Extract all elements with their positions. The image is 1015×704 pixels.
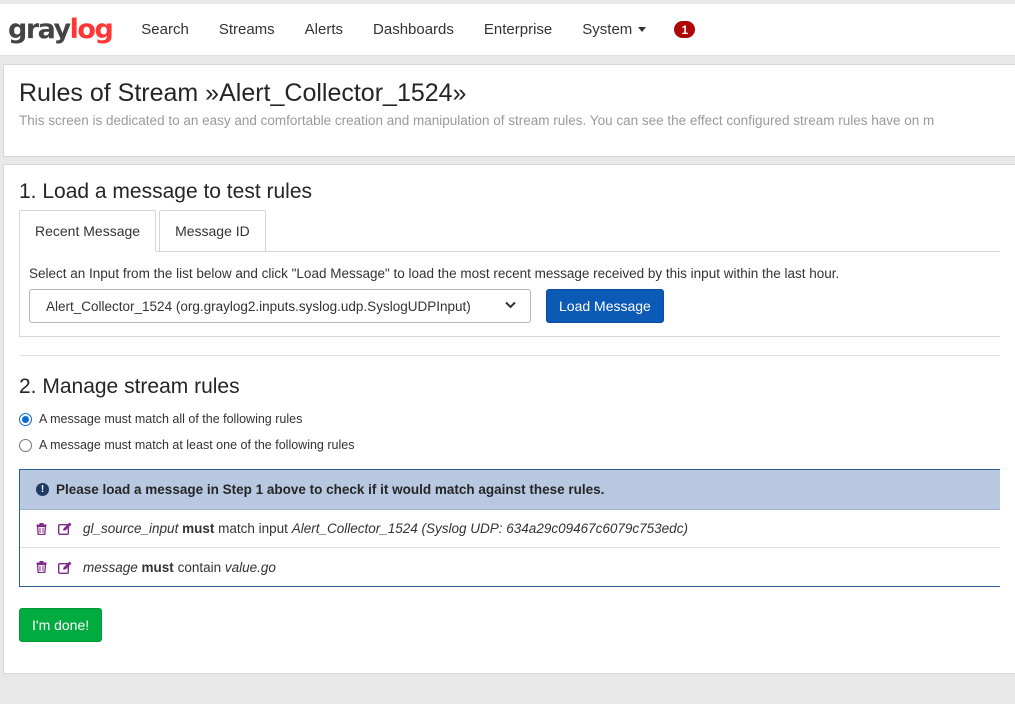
rule-field: message [83, 559, 138, 575]
input-select-value: Alert_Collector_1524 (org.graylog2.input… [46, 298, 471, 314]
nav-item-enterprise[interactable]: Enterprise [469, 4, 567, 55]
radio-match-any[interactable]: A message must match at least one of the… [19, 436, 1000, 454]
edit-icon[interactable] [58, 522, 72, 535]
radio-match-all[interactable]: A message must match all of the followin… [19, 410, 1000, 428]
caret-down-icon [638, 27, 647, 32]
info-alert: ! Please load a message in Step 1 above … [20, 470, 1000, 510]
trash-icon[interactable] [36, 561, 47, 573]
stream-rules-panel: 1. Load a message to test rules Recent M… [3, 164, 1015, 674]
step2-title: 2. Manage stream rules [19, 375, 240, 398]
info-circle-icon: ! [36, 483, 49, 496]
tab-message-id[interactable]: Message ID [159, 210, 266, 252]
nav-item-alerts[interactable]: Alerts [290, 4, 358, 55]
nav-item-system[interactable]: System [567, 4, 661, 55]
stream-rules-list: ! Please load a message in Step 1 above … [19, 469, 1000, 587]
nav-item-streams[interactable]: Streams [204, 4, 290, 55]
radio-match-any-button[interactable] [19, 438, 32, 452]
page-description: This screen is dedicated to an easy and … [19, 113, 935, 128]
rule-verb: contain [177, 559, 222, 575]
rule-value: value.go [224, 559, 276, 575]
tab-recent-message[interactable]: Recent Message [19, 210, 157, 252]
nav-item-search[interactable]: Search [126, 4, 204, 55]
stream-rule-row: message must contain value.go [20, 548, 1000, 586]
done-button[interactable]: I'm done! [19, 608, 103, 642]
logo-text: graylog [8, 14, 114, 45]
rule-must: must [141, 559, 174, 575]
section-divider [19, 355, 1000, 356]
step1-title: 1. Load a message to test rules [19, 180, 313, 203]
nav-menu: Search Streams Alerts Dashboards Enterpr… [126, 4, 696, 55]
rule-value: Alert_Collector_1524 (Syslog UDP: 634a29… [291, 521, 688, 536]
recent-message-description: Select an Input from the list below and … [29, 266, 840, 281]
stream-rule-row: gl_source_input must match input Alert_C… [20, 510, 1000, 548]
graylog-logo[interactable]: graylog [8, 10, 114, 50]
rule-field: gl_source_input [83, 521, 179, 536]
edit-icon[interactable] [58, 561, 72, 574]
page-title: Rules of Stream »Alert_Collector_1524» [19, 79, 467, 107]
recent-message-tab-content: Select an Input from the list below and … [19, 251, 1000, 337]
load-message-button[interactable]: Load Message [546, 289, 664, 323]
rule-verb: match input [218, 521, 288, 536]
chevron-down-icon [505, 300, 516, 312]
radio-match-all-button[interactable] [19, 412, 32, 426]
load-message-row: Alert_Collector_1524 (org.graylog2.input… [29, 289, 991, 323]
nav-item-dashboards[interactable]: Dashboards [358, 4, 469, 55]
trash-icon[interactable] [36, 522, 47, 535]
rule-must: must [182, 521, 215, 536]
notification-badge[interactable]: 1 [674, 21, 696, 38]
page-header-panel: Rules of Stream »Alert_Collector_1524» T… [3, 64, 1015, 157]
top-navbar: graylog Search Streams Alerts Dashboards… [0, 0, 1015, 56]
message-source-tabs: Recent Message Message ID [19, 210, 1000, 252]
input-select[interactable]: Alert_Collector_1524 (org.graylog2.input… [29, 289, 531, 323]
